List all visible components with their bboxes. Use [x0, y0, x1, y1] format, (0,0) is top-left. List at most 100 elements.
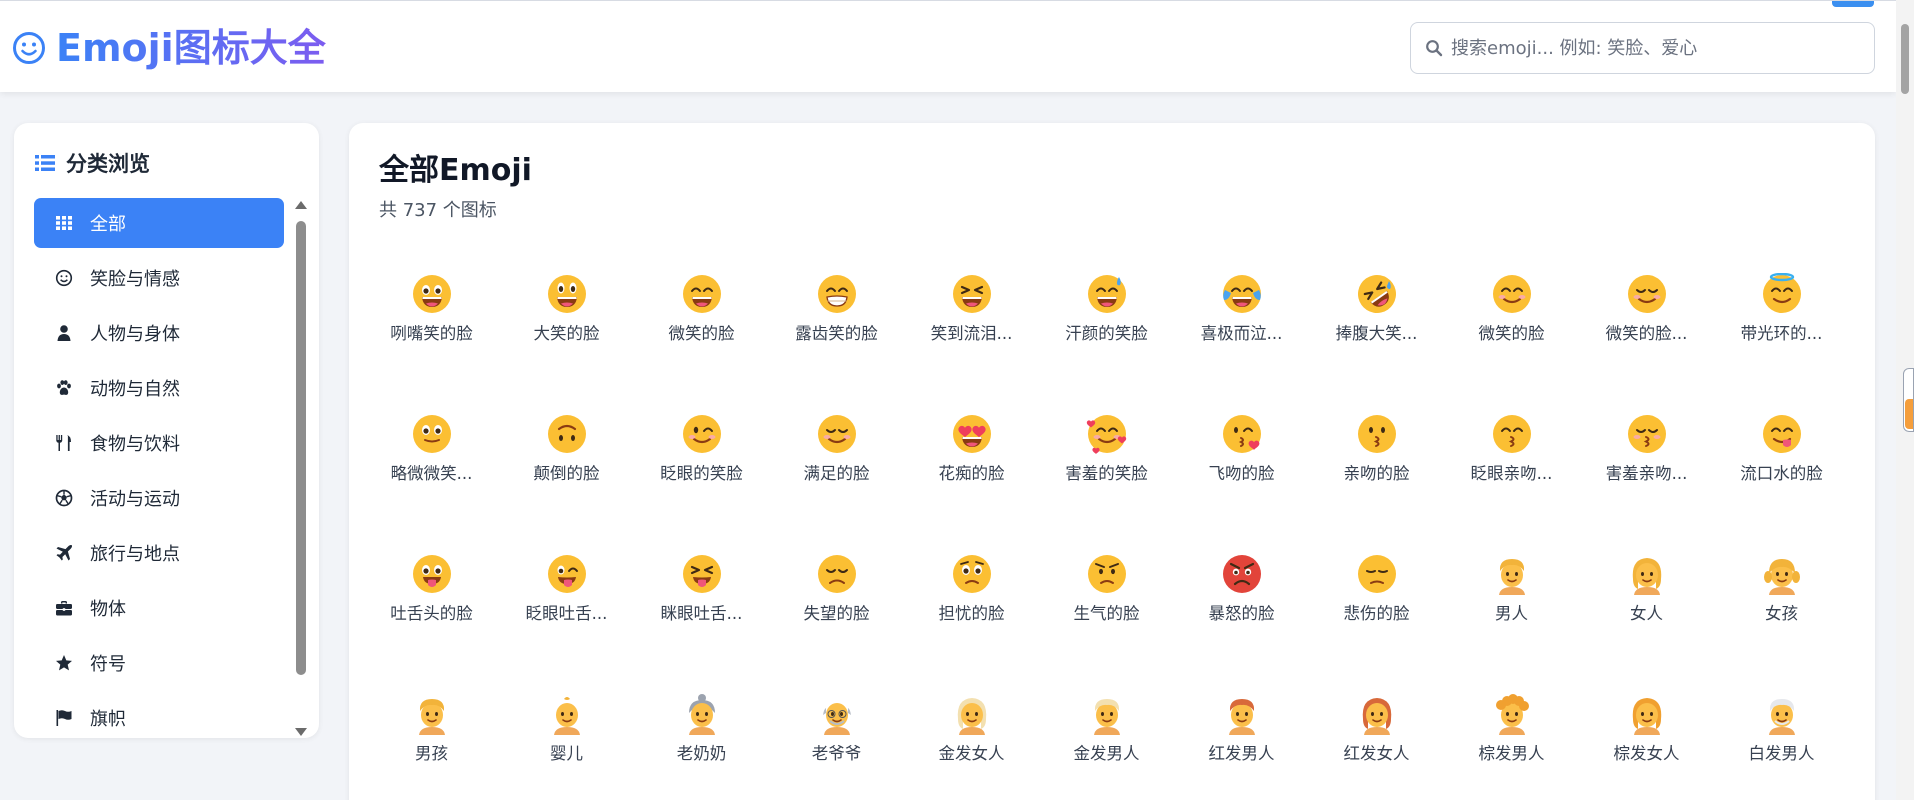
sidebar-item-star[interactable]: 符号 — [34, 638, 284, 688]
sidebar-item-flag[interactable]: 旗帜 — [34, 693, 284, 738]
emoji-card[interactable]: 微笑的脸... — [1579, 273, 1714, 413]
sidebar-item-plane[interactable]: 旅行与地点 — [34, 528, 284, 578]
emoji-card[interactable]: 眯眼吐舌... — [634, 553, 769, 693]
page-title: 全部Emoji — [379, 153, 532, 188]
scroll-down-arrow[interactable] — [295, 728, 307, 736]
sidebar-item-utensils[interactable]: 食物与饮料 — [34, 418, 284, 468]
search-box[interactable] — [1410, 22, 1875, 74]
briefcase-icon — [54, 598, 74, 618]
emoji-card[interactable]: 笑到流泪... — [904, 273, 1039, 413]
emoji-card[interactable]: 捧腹大笑... — [1309, 273, 1444, 413]
emoji-card[interactable]: 略微微笑... — [364, 413, 499, 553]
emoji-card[interactable]: 亲吻的脸 — [1309, 413, 1444, 553]
emoji-card[interactable]: 吐舌头的脸 — [364, 553, 499, 693]
emoji-card[interactable]: 花痴的脸 — [904, 413, 1039, 553]
emoji-card[interactable]: 金发女人 — [904, 693, 1039, 800]
emoji-card[interactable]: 微笑的脸 — [1444, 273, 1579, 413]
emoji-smile-eyes-open-icon — [682, 275, 721, 313]
category-scrollbar[interactable] — [294, 201, 308, 736]
emoji-card[interactable]: 悲伤的脸 — [1309, 553, 1444, 693]
sidebar-item-paw[interactable]: 动物与自然 — [34, 363, 284, 413]
logo[interactable]: Emoji图标大全 — [12, 23, 326, 73]
emoji-card[interactable]: 棕发女人 — [1579, 693, 1714, 800]
emoji-card[interactable]: 金发男人 — [1039, 693, 1174, 800]
sidebar-item-user[interactable]: 人物与身体 — [34, 308, 284, 358]
sidebar-item-smile[interactable]: 笑脸与情感 — [34, 253, 284, 303]
emoji-label: 流口水的脸 — [1740, 464, 1823, 483]
emoji-card[interactable]: 红发男人 — [1174, 693, 1309, 800]
emoji-card[interactable]: 微笑的脸 — [634, 273, 769, 413]
emoji-label: 男人 — [1495, 604, 1528, 623]
emoji-card[interactable]: 女人 — [1579, 553, 1714, 693]
emoji-beam-icon — [817, 275, 856, 313]
emoji-relieved-icon — [817, 415, 856, 453]
emoji-label: 眨眼亲吻... — [1470, 464, 1553, 483]
emoji-card[interactable]: 飞吻的脸 — [1174, 413, 1309, 553]
emoji-label: 微笑的脸 — [1478, 324, 1545, 343]
emoji-card[interactable]: 喜极而泣... — [1174, 273, 1309, 413]
emoji-card[interactable]: 老爷爷 — [769, 693, 904, 800]
emoji-card[interactable]: 白发男人 — [1714, 693, 1849, 800]
emoji-card[interactable]: 咧嘴笑的脸 — [364, 273, 499, 413]
emoji-card[interactable]: 露齿笑的脸 — [769, 273, 904, 413]
emoji-card[interactable]: 婴儿 — [499, 693, 634, 800]
emoji-card[interactable]: 失望的脸 — [769, 553, 904, 693]
emoji-card[interactable]: 生气的脸 — [1039, 553, 1174, 693]
emoji-card[interactable]: 大笑的脸 — [499, 273, 634, 413]
emoji-label: 花痴的脸 — [938, 464, 1005, 483]
emoji-card[interactable]: 男人 — [1444, 553, 1579, 693]
emoji-label: 露齿笑的脸 — [795, 324, 878, 343]
sidebar-item-briefcase[interactable]: 物体 — [34, 583, 284, 633]
category-scrollbar-thumb[interactable] — [296, 221, 306, 675]
emoji-card[interactable]: 红发女人 — [1309, 693, 1444, 800]
emoji-label: 红发男人 — [1208, 744, 1275, 763]
top-badge — [1832, 1, 1874, 7]
emoji-label: 担忧的脸 — [938, 604, 1005, 623]
emoji-woman-icon — [1632, 558, 1661, 595]
emoji-tongue-icon — [412, 555, 451, 593]
emoji-label: 害羞亲吻... — [1605, 464, 1688, 483]
emoji-card[interactable]: 汗颜的笑脸 — [1039, 273, 1174, 413]
category-list: 全部 笑脸与情感 人物与身体动物与自然食物与饮料 活动与运动 旅行与地点 物体符号旗帜 — [34, 198, 284, 738]
emoji-squint-open-icon — [952, 275, 991, 313]
star-icon — [54, 653, 74, 673]
sidebar-item-soccer-ball[interactable]: 活动与运动 — [34, 473, 284, 523]
sidebar-item-grid[interactable]: 全部 — [34, 198, 284, 248]
sidebar-item-label: 符号 — [90, 654, 126, 675]
emoji-card[interactable]: 眨眼的笑脸 — [634, 413, 769, 553]
emoji-card[interactable]: 担忧的脸 — [904, 553, 1039, 693]
emoji-squint-tongue-icon — [682, 555, 721, 593]
emoji-label: 失望的脸 — [803, 604, 870, 623]
window-scrollbar-thumb[interactable] — [1901, 24, 1909, 94]
emoji-card[interactable]: 流口水的脸 — [1714, 413, 1849, 553]
side-widget-tab[interactable] — [1903, 368, 1914, 432]
emoji-label: 飞吻的脸 — [1208, 464, 1275, 483]
emoji-boy-icon — [418, 699, 445, 735]
emoji-card[interactable]: 害羞亲吻... — [1579, 413, 1714, 553]
header: Emoji图标大全 — [0, 0, 1896, 92]
emoji-label: 微笑的脸 — [668, 324, 735, 343]
search-input[interactable] — [1451, 37, 1871, 59]
emoji-card[interactable]: 男孩 — [364, 693, 499, 800]
emoji-yum-icon — [1762, 415, 1801, 453]
emoji-card[interactable]: 颠倒的脸 — [499, 413, 634, 553]
search-icon — [1426, 40, 1443, 57]
emoji-card[interactable]: 暴怒的脸 — [1174, 553, 1309, 693]
emoji-tears-icon — [1222, 275, 1261, 313]
emoji-count: 共 737 个图标 — [379, 200, 497, 221]
emoji-kiss-closed-icon — [1492, 415, 1531, 453]
emoji-card[interactable]: 带光环的... — [1714, 273, 1849, 413]
emoji-card[interactable]: 女孩 — [1714, 553, 1849, 693]
emoji-worried-icon — [952, 555, 991, 593]
emoji-card[interactable]: 眨眼吐舌... — [499, 553, 634, 693]
scroll-up-arrow[interactable] — [295, 201, 307, 209]
emoji-card[interactable]: 眨眼亲吻... — [1444, 413, 1579, 553]
paw-icon — [54, 378, 74, 398]
emoji-card[interactable]: 棕发男人 — [1444, 693, 1579, 800]
sidebar-item-label: 旗帜 — [90, 709, 126, 730]
emoji-label: 白发男人 — [1748, 744, 1815, 763]
emoji-card[interactable]: 害羞的笑脸 — [1039, 413, 1174, 553]
emoji-card[interactable]: 满足的脸 — [769, 413, 904, 553]
sidebar-item-label: 动物与自然 — [90, 379, 180, 400]
emoji-card[interactable]: 老奶奶 — [634, 693, 769, 800]
